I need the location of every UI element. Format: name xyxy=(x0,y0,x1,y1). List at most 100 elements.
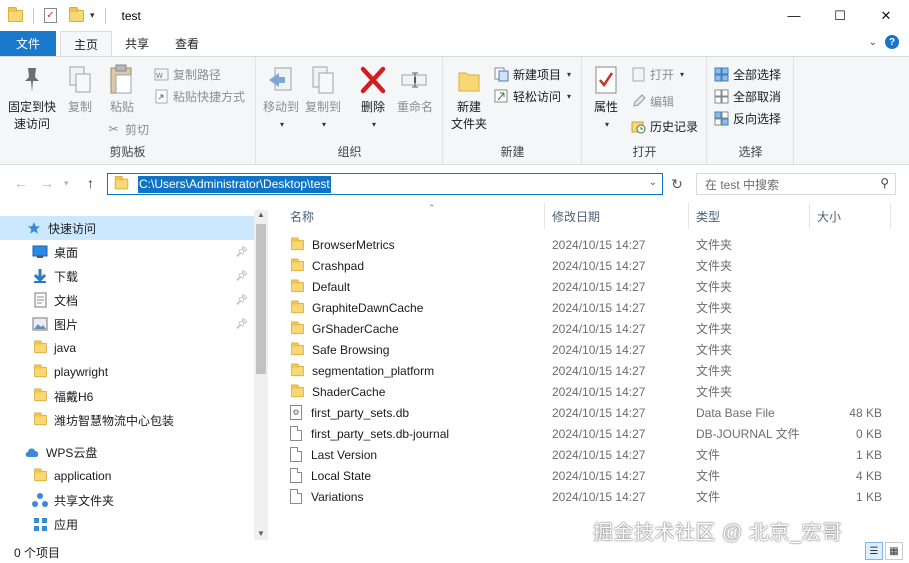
file-name-cell[interactable]: first_party_sets.db-journal xyxy=(290,423,449,444)
table-row[interactable]: ShaderCache 2024/10/15 14:27 文件夹 xyxy=(290,381,890,402)
details-view-icon[interactable]: ☰ xyxy=(865,542,883,560)
tab-home[interactable]: 主页 xyxy=(60,31,113,56)
file-name-cell[interactable]: BrowserMetrics xyxy=(290,234,395,255)
nav-item-application[interactable]: application xyxy=(0,464,254,488)
file-name-cell[interactable]: Crashpad xyxy=(290,255,364,276)
column-header-type[interactable]: 类型 xyxy=(696,205,720,227)
table-row[interactable]: GrShaderCache 2024/10/15 14:27 文件夹 xyxy=(290,318,890,339)
scroll-up-arrow[interactable]: ▲ xyxy=(257,210,265,219)
nav-item-quick-access[interactable]: 快速访问 xyxy=(0,216,254,240)
table-row[interactable]: Crashpad 2024/10/15 14:27 文件夹 xyxy=(290,255,890,276)
file-name-cell[interactable]: Last Version xyxy=(290,444,377,465)
nav-item-playwright[interactable]: playwright xyxy=(0,360,254,384)
nav-item-wps-cloud[interactable]: WPS云盘 xyxy=(0,440,254,464)
nav-item-java[interactable]: java xyxy=(0,336,254,360)
delete-button[interactable]: 删除 ▾ xyxy=(353,63,393,133)
open-button[interactable]: 打开 ▾ xyxy=(631,64,684,84)
maximize-button[interactable]: ☐ xyxy=(817,0,863,31)
refresh-icon[interactable]: ↻ xyxy=(666,173,688,195)
table-row[interactable]: Safe Browsing 2024/10/15 14:27 文件夹 xyxy=(290,339,890,360)
file-name-cell[interactable]: GraphiteDawnCache xyxy=(290,297,423,318)
file-name-cell[interactable]: segmentation_platform xyxy=(290,360,434,381)
column-divider[interactable] xyxy=(809,203,810,229)
file-name-cell[interactable]: ShaderCache xyxy=(290,381,385,402)
file-name-cell[interactable]: Variations xyxy=(290,486,363,507)
invert-selection-button[interactable]: 反向选择 xyxy=(714,108,781,128)
cut-button[interactable]: ✂ 剪切 xyxy=(106,119,149,139)
column-divider[interactable] xyxy=(890,203,891,229)
nav-item-desktop[interactable]: 桌面 📌︎ xyxy=(0,240,254,264)
nav-item-pictures[interactable]: 图片 📌︎ xyxy=(0,312,254,336)
chevron-down-icon[interactable]: ⌄ xyxy=(869,37,877,48)
nav-item-downloads[interactable]: 下载 📌︎ xyxy=(0,264,254,288)
pin-icon[interactable]: 📌︎ xyxy=(235,271,248,282)
nav-item-shared-folder[interactable]: 共享文件夹 xyxy=(0,488,254,512)
pin-icon[interactable]: 📌︎ xyxy=(235,295,248,306)
search-icon[interactable]: ⚲ xyxy=(880,176,889,190)
nav-item-fudai-h6[interactable]: 福戴H6 xyxy=(0,384,254,408)
move-to-button[interactable]: 移动到 ▾ xyxy=(261,63,301,133)
customize-toolbar-dropdown[interactable]: ▾ xyxy=(90,10,95,21)
forward-arrow-icon[interactable]: → xyxy=(40,175,54,191)
paste-button[interactable]: 粘贴 xyxy=(102,63,142,116)
column-divider[interactable] xyxy=(544,203,545,229)
pin-quick-access-button[interactable]: 固定到快 速访问 xyxy=(4,63,60,133)
column-divider[interactable] xyxy=(688,203,689,229)
tab-file[interactable]: 文件 xyxy=(0,31,56,56)
file-name-cell[interactable]: Default xyxy=(290,276,350,297)
nav-pane-scrollbar[interactable]: ▲ ▼ xyxy=(254,210,268,540)
copy-to-button[interactable]: 复制到 ▾ xyxy=(303,63,343,133)
minimize-button[interactable]: — xyxy=(771,0,817,31)
table-row[interactable]: first_party_sets.db-journal 2024/10/15 14… xyxy=(290,423,890,444)
table-row[interactable]: ⚙ first_party_sets.db 2024/10/15 14:27 Data… xyxy=(290,402,890,423)
new-folder-quick-icon[interactable] xyxy=(69,6,84,22)
file-name-cell[interactable]: GrShaderCache xyxy=(290,318,399,339)
properties-quick-icon[interactable]: ✓ xyxy=(44,8,57,23)
table-row[interactable]: Variations 2024/10/15 14:27 文件 1 KB xyxy=(290,486,890,507)
file-name-cell[interactable]: ⚙ first_party_sets.db xyxy=(290,402,409,423)
nav-item-apps[interactable]: 应用 xyxy=(0,512,254,536)
scrollbar-thumb[interactable] xyxy=(256,224,266,374)
back-arrow-icon[interactable]: ← xyxy=(14,175,28,191)
search-input[interactable]: 在 test 中搜索 xyxy=(705,176,779,193)
paste-shortcut-button[interactable]: 粘贴快捷方式 xyxy=(154,86,245,106)
close-button[interactable]: ✕ xyxy=(863,0,909,31)
search-box[interactable]: 在 test 中搜索 ⚲ xyxy=(696,173,896,195)
column-header-size[interactable]: 大小 xyxy=(817,205,841,227)
history-button[interactable]: 历史记录 xyxy=(631,116,698,136)
select-none-button[interactable]: 全部取消 xyxy=(714,86,781,106)
column-header-date[interactable]: 修改日期 xyxy=(552,205,600,227)
large-icons-view-icon[interactable]: ▦ xyxy=(885,542,903,560)
help-icon[interactable]: ? xyxy=(885,35,899,49)
scroll-down-arrow[interactable]: ▼ xyxy=(257,529,265,538)
select-all-button[interactable]: 全部选择 xyxy=(714,64,781,84)
pin-icon[interactable]: 📌︎ xyxy=(235,319,248,330)
pin-icon[interactable]: 📌︎ xyxy=(235,247,248,258)
address-bar[interactable]: C:\Users\Administrator\Desktop\test ⌄ xyxy=(107,173,663,195)
table-row[interactable]: segmentation_platform 2024/10/15 14:27 文件夹 xyxy=(290,360,890,381)
rename-button[interactable]: 重命名 xyxy=(395,63,435,116)
chevron-down-icon[interactable]: ⌄ xyxy=(649,177,657,188)
file-name-cell[interactable]: Local State xyxy=(290,465,371,486)
edit-button[interactable]: 编辑 xyxy=(631,91,674,111)
new-item-button[interactable]: 新建项目 ▾ xyxy=(494,64,571,84)
copy-path-button[interactable]: W 复制路径 xyxy=(154,64,221,84)
column-header-name[interactable]: 名称 ⌃ xyxy=(290,203,436,227)
tab-share[interactable]: 共享 xyxy=(112,31,162,56)
new-folder-button[interactable]: 新建 文件夹 xyxy=(446,63,492,133)
table-row[interactable]: GraphiteDawnCache 2024/10/15 14:27 文件夹 xyxy=(290,297,890,318)
up-arrow-icon[interactable]: ↑ xyxy=(87,175,94,191)
table-row[interactable]: Last Version 2024/10/15 14:27 文件 1 KB xyxy=(290,444,890,465)
tab-view[interactable]: 查看 xyxy=(162,31,212,56)
copy-button[interactable]: 复制 xyxy=(62,63,98,116)
table-row[interactable]: BrowserMetrics 2024/10/15 14:27 文件夹 xyxy=(290,234,890,255)
table-row[interactable]: Default 2024/10/15 14:27 文件夹 xyxy=(290,276,890,297)
properties-button[interactable]: 属性 ▾ xyxy=(589,63,623,133)
easy-access-button[interactable]: 轻松访问 ▾ xyxy=(494,86,571,106)
nav-item-documents[interactable]: 文档 📌︎ xyxy=(0,288,254,312)
table-row[interactable]: Local State 2024/10/15 14:27 文件 4 KB xyxy=(290,465,890,486)
file-name-cell[interactable]: Safe Browsing xyxy=(290,339,389,360)
address-path[interactable]: C:\Users\Administrator\Desktop\test xyxy=(138,175,331,193)
recent-locations-dropdown[interactable]: ▾ xyxy=(64,178,69,189)
nav-item-weifang[interactable]: 潍坊智慧物流中心包装 xyxy=(0,408,254,432)
